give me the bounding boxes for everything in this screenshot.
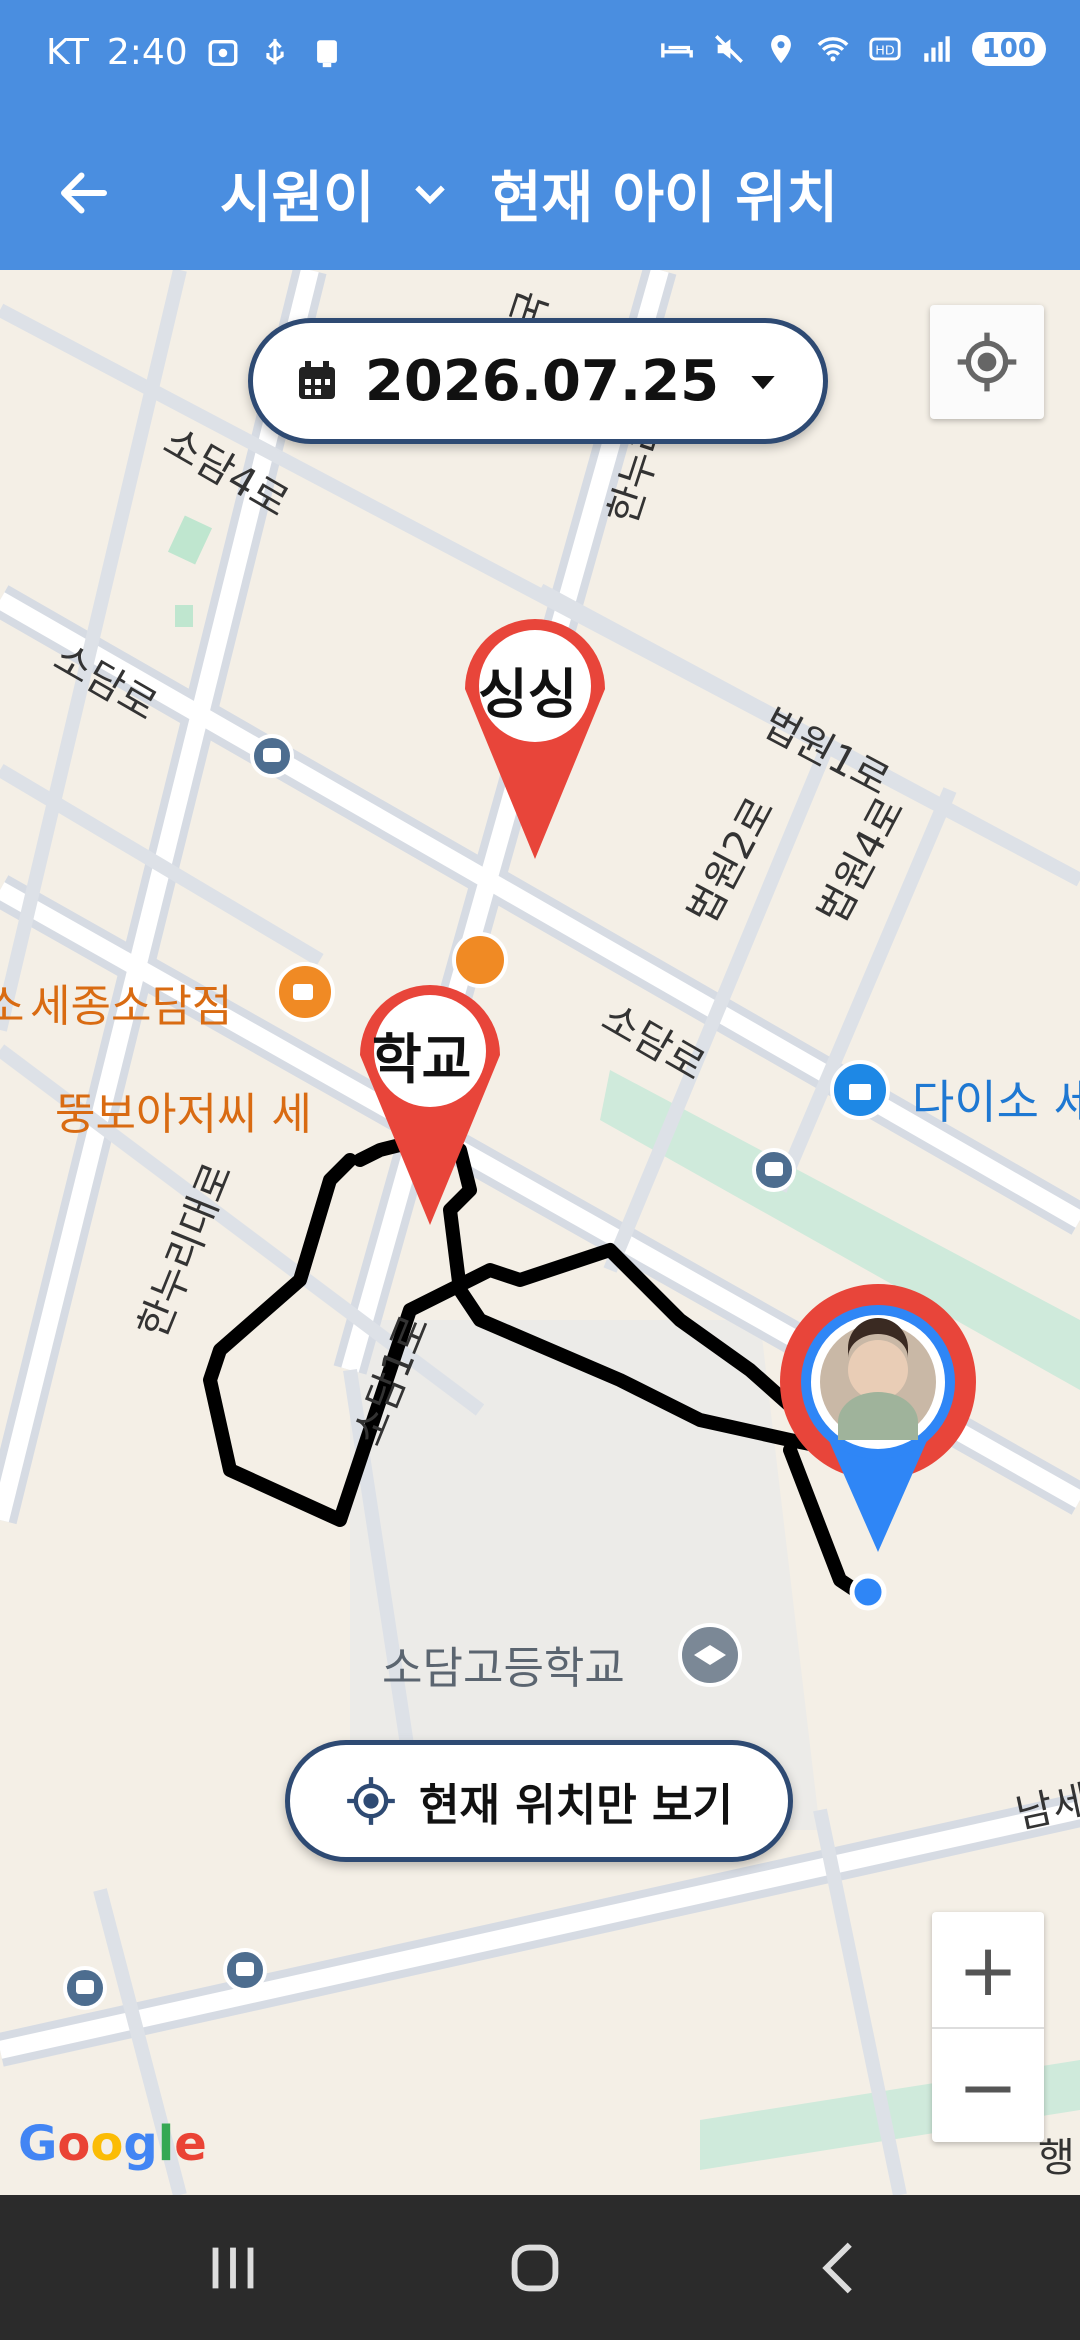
poi-label: 소담고등학교 — [382, 1643, 625, 1694]
wifi-icon — [817, 37, 849, 62]
carrier: KT — [46, 32, 89, 73]
bus-stop-1 — [250, 734, 294, 778]
zoom-controls: + − — [932, 1912, 1044, 2142]
status-left: KT 2:40 — [46, 32, 344, 73]
usb-icon — [266, 38, 284, 64]
date-picker[interactable]: 2026.07.25 — [248, 318, 828, 444]
location-icon — [770, 34, 791, 64]
school-poi-icon — [678, 1623, 742, 1687]
recent-apps-icon[interactable] — [198, 2233, 268, 2303]
current-location-dot — [849, 1573, 887, 1611]
calendar-icon — [298, 361, 335, 399]
shopping-poi-icon — [830, 1060, 890, 1120]
device-icon — [316, 39, 337, 67]
my-location-button[interactable] — [930, 305, 1044, 419]
map-view[interactable]: 소담4로 소담로 소담로 법원1로 법원2로 법원4로 한누리대로 소담1로 한… — [0, 270, 1080, 2195]
app-bar: 시원이 현재 아이 위치 — [0, 115, 1080, 270]
poi-label: 뚱보아저씨 세 — [55, 1089, 312, 1140]
clock: 2:40 — [106, 32, 188, 73]
bus-stop-3 — [63, 1966, 107, 2010]
mute-icon — [714, 35, 743, 63]
chevron-down-icon[interactable] — [408, 171, 452, 215]
bus-stop-4 — [223, 1948, 267, 1992]
poi-label: 세종소담점 — [30, 981, 233, 1032]
home-icon[interactable] — [500, 2233, 570, 2303]
page-title: 현재 아이 위치 — [490, 166, 839, 231]
crosshair-icon — [347, 1777, 395, 1825]
back-icon[interactable] — [806, 2233, 876, 2303]
show-current-location-label: 현재 위치만 보기 — [419, 1780, 733, 1831]
svg-text:HD: HD — [875, 44, 895, 59]
bed-icon — [660, 43, 693, 58]
marker-label-singsing[interactable]: 싱싱 — [478, 650, 577, 729]
signal-icon — [923, 36, 950, 62]
green-patch — [167, 515, 213, 565]
selected-date: 2026.07.25 — [364, 348, 720, 414]
hd-icon: HD — [869, 37, 901, 61]
food-poi-icon — [452, 932, 508, 988]
status-right: HD 100 — [660, 32, 1046, 66]
show-current-location-button[interactable]: 현재 위치만 보기 — [285, 1740, 793, 1862]
marker-label-school[interactable]: 학교 — [372, 1015, 471, 1094]
cafe-poi-icon — [275, 962, 335, 1022]
google-logo: Google — [18, 2116, 207, 2172]
zoom-in-button[interactable]: + — [932, 1912, 1044, 2027]
zoom-out-button[interactable]: − — [932, 2029, 1044, 2144]
back-arrow-icon[interactable] — [54, 163, 114, 223]
crosshair-icon — [957, 332, 1017, 392]
screenshot-icon — [208, 39, 238, 66]
system-navigation-bar — [0, 2195, 1080, 2340]
dropdown-arrow-icon — [751, 376, 775, 390]
bus-stop-2 — [752, 1148, 796, 1192]
poi-label: 소 — [0, 981, 25, 1032]
status-bar: KT 2:40 HD 100 — [0, 0, 1080, 115]
poi-label: 다이소 세 — [912, 1075, 1080, 1129]
child-selector[interactable]: 시원이 — [220, 153, 375, 234]
battery-indicator: 100 — [971, 32, 1046, 66]
green-patch-small — [175, 605, 193, 627]
